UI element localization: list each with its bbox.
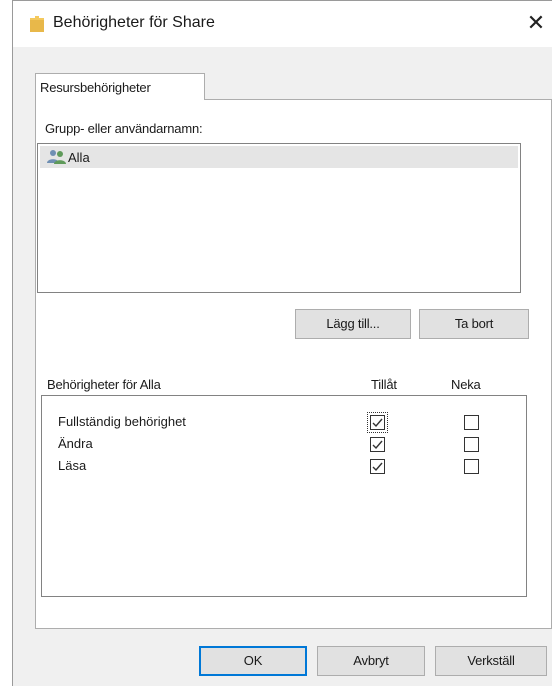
group-list-label: Grupp- eller användarnamn: xyxy=(45,121,203,136)
permission-label-full-control: Fullständig behörighet xyxy=(58,414,186,429)
users-icon xyxy=(47,150,66,164)
deny-read-checkbox[interactable] xyxy=(464,459,479,474)
ok-button[interactable]: OK xyxy=(199,646,307,676)
deny-full-control-checkbox[interactable] xyxy=(464,415,479,430)
permission-label-modify: Ändra xyxy=(58,436,93,451)
cancel-button[interactable]: Avbryt xyxy=(317,646,425,676)
window-title: Behörigheter för Share xyxy=(53,14,215,31)
title-bar: Behörigheter för Share ✕ xyxy=(13,1,552,47)
apply-button[interactable]: Verkställ xyxy=(435,646,547,676)
permissions-dialog: Behörigheter för Share ✕ Resursbehörighe… xyxy=(12,0,552,686)
list-item[interactable]: Alla xyxy=(40,146,518,168)
checkmark-icon xyxy=(372,462,383,472)
add-button[interactable]: Lägg till... xyxy=(295,309,411,339)
checkmark-icon xyxy=(372,418,383,428)
remove-button[interactable]: Ta bort xyxy=(419,309,529,339)
permissions-header: Behörigheter för Alla xyxy=(47,377,161,392)
permissions-list: Fullständig behörighet Ändra Läsa xyxy=(41,395,527,597)
folder-icon xyxy=(30,16,44,32)
allow-modify-checkbox[interactable] xyxy=(370,437,385,452)
group-user-list[interactable]: Alla xyxy=(37,143,521,293)
allow-full-control-checkbox[interactable] xyxy=(367,412,388,433)
tab-label: Resursbehörigheter xyxy=(40,80,151,95)
close-button[interactable]: ✕ xyxy=(523,9,549,37)
tab-share-permissions[interactable]: Resursbehörigheter xyxy=(35,73,205,100)
allow-column-header: Tillåt xyxy=(371,377,397,392)
list-item-label: Alla xyxy=(68,150,90,165)
deny-modify-checkbox[interactable] xyxy=(464,437,479,452)
deny-column-header: Neka xyxy=(451,377,481,392)
checkmark-icon xyxy=(372,440,383,450)
allow-read-checkbox[interactable] xyxy=(370,459,385,474)
permission-label-read: Läsa xyxy=(58,458,87,473)
